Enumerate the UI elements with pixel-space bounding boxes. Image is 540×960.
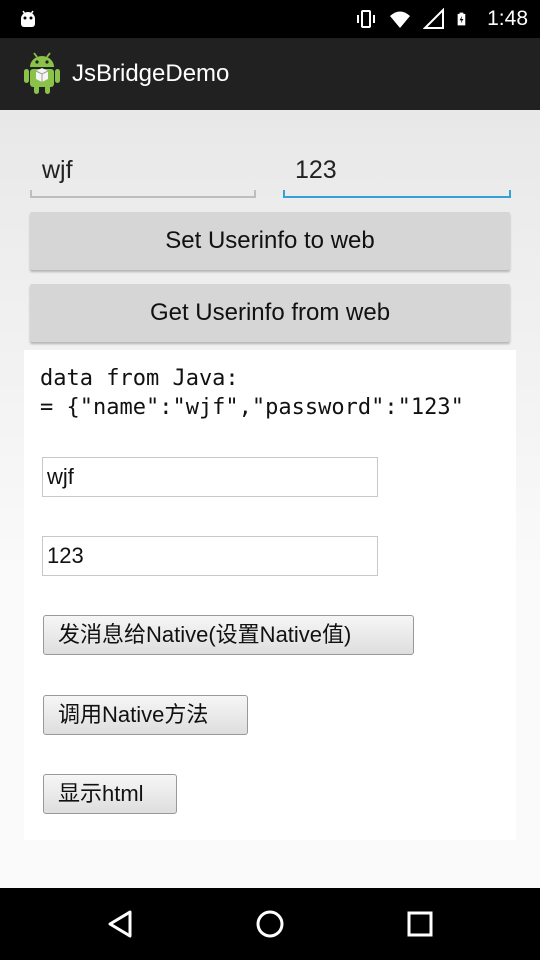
get-userinfo-button[interactable]: Get Userinfo from web <box>30 284 510 342</box>
signal-icon <box>423 8 445 29</box>
back-icon[interactable] <box>102 906 138 942</box>
web-username-input[interactable]: wjf <box>42 457 378 497</box>
webview: data from Java: = {"name":"wjf","passwor… <box>24 350 516 840</box>
recent-apps-icon[interactable] <box>402 906 438 942</box>
android-debug-icon <box>21 10 35 27</box>
call-native-button[interactable]: 调用Native方法 <box>43 695 248 735</box>
web-password-input[interactable]: 123 <box>42 536 378 576</box>
set-userinfo-button[interactable]: Set Userinfo to web <box>30 212 510 270</box>
username-field[interactable]: wjf <box>30 148 256 198</box>
action-bar: JsBridgeDemo <box>0 38 540 110</box>
android-robot-icon <box>24 52 60 94</box>
web-data-line-1: data from Java: <box>40 366 239 391</box>
password-field[interactable]: 123 <box>283 148 511 198</box>
navigation-bar <box>0 888 540 960</box>
web-data-text: data from Java: = {"name":"wjf","passwor… <box>40 364 464 422</box>
main-content: wjf 123 Set Userinfo to web Get Userinfo… <box>0 110 540 888</box>
wifi-icon <box>390 11 411 28</box>
status-bar: 1:48 <box>0 0 540 38</box>
battery-charging-icon <box>457 12 466 26</box>
home-icon[interactable] <box>252 906 288 942</box>
web-data-line-2: = {"name":"wjf","password":"123" <box>40 395 464 420</box>
send-to-native-button[interactable]: 发消息给Native(设置Native值) <box>43 615 414 655</box>
vibrate-icon <box>357 10 376 28</box>
show-html-button[interactable]: 显示html <box>43 774 177 814</box>
app-title: JsBridgeDemo <box>72 60 230 87</box>
status-time: 1:48 <box>487 7 528 30</box>
